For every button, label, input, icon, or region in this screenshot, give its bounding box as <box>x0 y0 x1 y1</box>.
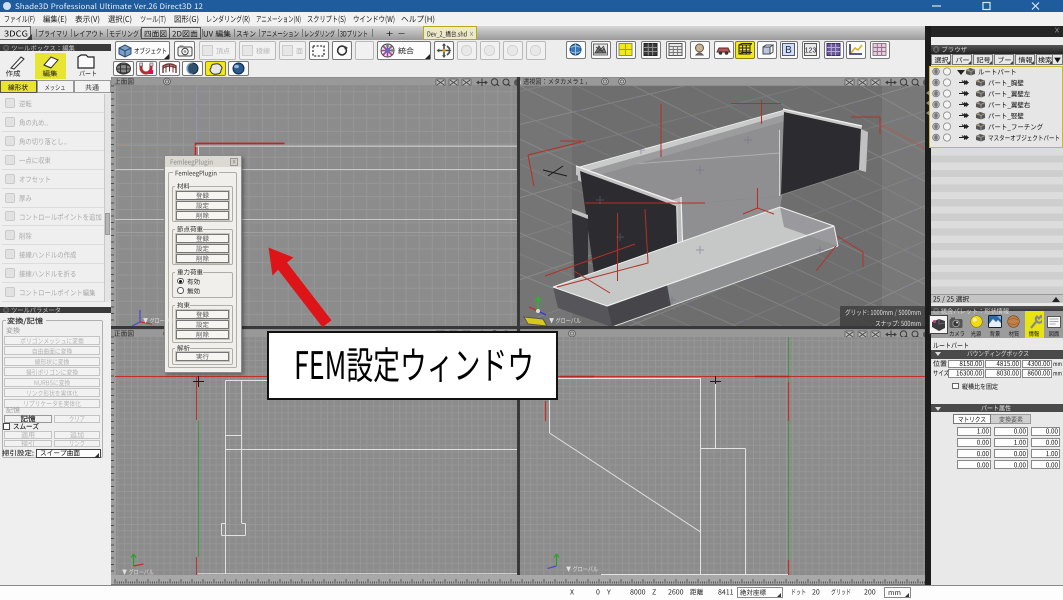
svg-text:123: 123 <box>805 48 817 55</box>
svg-text:B: B <box>785 45 792 56</box>
